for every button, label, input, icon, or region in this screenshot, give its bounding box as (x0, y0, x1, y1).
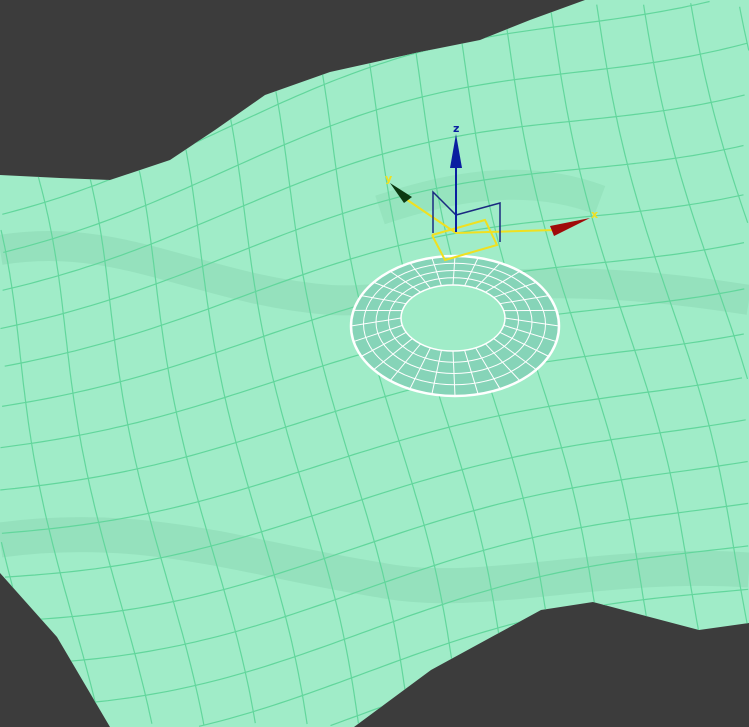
viewport-canvas[interactable]: z y x (0, 0, 749, 727)
torus-hole (400, 284, 506, 352)
torus-object[interactable] (349, 254, 561, 398)
grid-line (446, 679, 745, 726)
3d-viewport[interactable]: z y x (0, 0, 749, 727)
y-axis-label: y (385, 172, 392, 185)
x-axis-label: x (591, 208, 598, 221)
z-axis-label: z (453, 122, 459, 135)
